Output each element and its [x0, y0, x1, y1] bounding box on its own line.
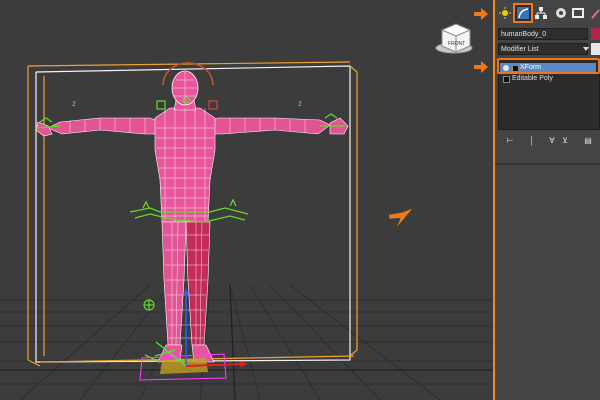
utilities-tab[interactable] [588, 5, 600, 21]
helper-label-left: z [72, 99, 76, 108]
perspective-viewport[interactable]: z z FRONT [0, 0, 493, 400]
command-panel-tabs [495, 0, 600, 26]
viewport-scene: z z FRONT [0, 23, 493, 400]
viewcube[interactable]: FRONT [435, 23, 473, 54]
stack-item-xform[interactable]: XForm [500, 63, 596, 73]
pin-stack-icon[interactable]: ⊢ [506, 136, 514, 145]
tutorial-arrow-stack [474, 61, 488, 73]
sun-icon [499, 7, 511, 19]
stack-item-label: Editable Poly [512, 75, 553, 82]
make-unique-icon[interactable]: ∀ [548, 136, 556, 145]
motion-tab[interactable] [553, 5, 569, 21]
display-icon [572, 8, 584, 18]
hierarchy-tab[interactable] [533, 5, 549, 21]
expand-icon[interactable] [512, 65, 519, 72]
expand-icon[interactable] [503, 76, 510, 83]
modify-tab[interactable] [513, 3, 533, 23]
command-panel: humanBody_0 Modifier List XForm Editable… [495, 0, 600, 400]
chevron-down-icon [583, 47, 589, 51]
bulb-icon[interactable] [503, 65, 509, 71]
stack-item-label: XForm [520, 64, 541, 71]
object-name-field[interactable]: humanBody_0 [498, 28, 588, 40]
tutorial-arrow-tab [474, 8, 488, 20]
modify-icon [517, 7, 529, 19]
modifier-list-dropdown[interactable]: Modifier List [498, 43, 589, 55]
object-color-swatch[interactable] [591, 28, 600, 40]
display-tab[interactable] [570, 5, 586, 21]
ground-grid [0, 284, 493, 400]
human-body-mesh[interactable] [35, 70, 349, 363]
stack-toolbar: ⊢ │ ∀ ⊻ ▤ [498, 134, 600, 148]
motion-icon [556, 8, 566, 18]
tutorial-arrow-viewport [388, 208, 413, 227]
configure-sets-icon[interactable]: ▤ [584, 136, 592, 145]
hierarchy-icon [535, 7, 547, 19]
viewcube-face-label: FRONT [448, 41, 465, 47]
create-tab[interactable] [497, 5, 513, 21]
remove-modifier-icon[interactable]: ⊻ [561, 136, 569, 145]
wrench-icon [591, 9, 600, 19]
parameters-rollout [495, 165, 600, 400]
modifier-list-label: Modifier List [501, 46, 539, 53]
stack-item-editable-poly[interactable]: Editable Poly [500, 74, 596, 84]
show-end-result-icon[interactable]: │ [528, 136, 536, 145]
modifier-stack: XForm Editable Poly [498, 58, 600, 130]
modifier-list-side-button[interactable] [591, 43, 600, 55]
helper-label-right: z [298, 99, 302, 108]
